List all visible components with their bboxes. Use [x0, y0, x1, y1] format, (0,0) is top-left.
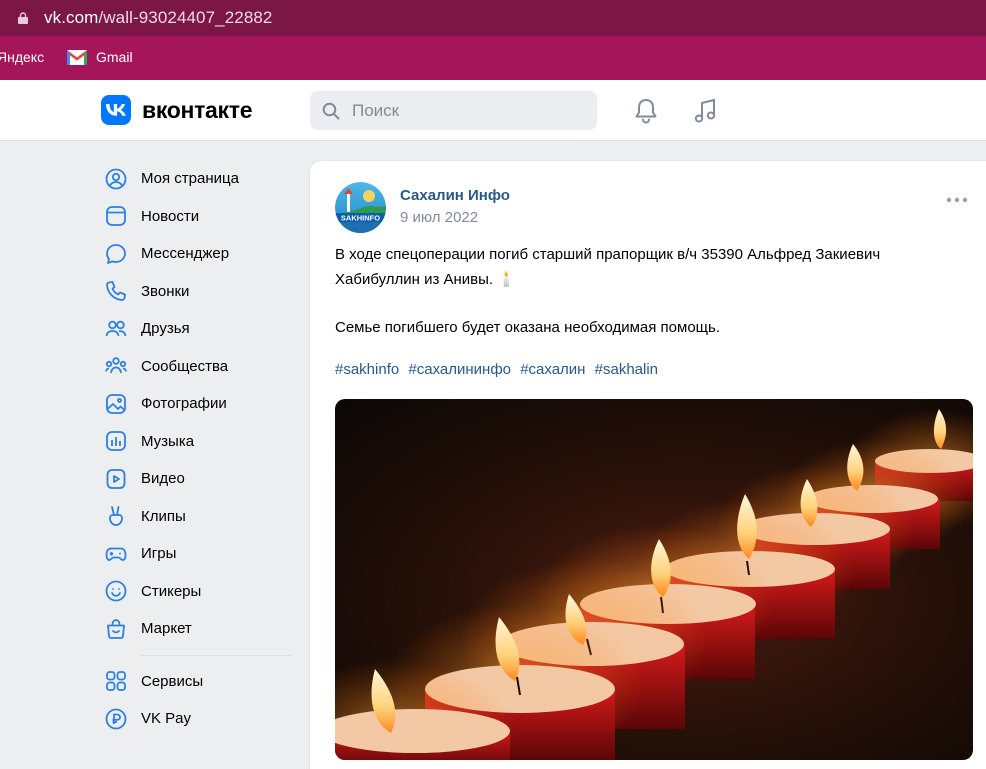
sidebar-divider — [140, 654, 292, 656]
url-path: /wall-93024407_22882 — [98, 8, 273, 27]
post-date[interactable]: 9 июл 2022 — [400, 209, 478, 226]
author-avatar[interactable]: SAKHINFO — [335, 182, 386, 233]
vk-logo[interactable]: вконтакте — [101, 95, 253, 125]
sidebar-item-label: Фотографии — [141, 395, 227, 413]
clips-icon — [109, 506, 123, 527]
photo-icon — [106, 393, 126, 414]
sidebar-item-label: Музыка — [141, 432, 195, 450]
services-icon — [106, 671, 126, 692]
post-paragraph: Семье погибшего будет оказана необходима… — [335, 319, 720, 336]
sidebar-item-games[interactable]: Игры — [100, 535, 295, 573]
post-paragraph: В ходе спецоперации погиб старший прапор… — [335, 246, 881, 288]
message-icon — [106, 243, 126, 264]
url-text: vk.com/wall-93024407_22882 — [44, 8, 273, 28]
sidebar-item-label: Сообщества — [141, 357, 229, 375]
sidebar-item-my-page[interactable]: Моя страница — [100, 160, 295, 198]
sidebar-item-label: Новости — [141, 207, 200, 225]
sidebar-item-communities[interactable]: Сообщества — [100, 348, 295, 386]
sidebar-item-friends[interactable]: Друзья — [100, 310, 295, 348]
search-box[interactable] — [310, 91, 597, 130]
hashtag-link[interactable]: #сахалин — [520, 361, 585, 378]
post-author-link[interactable]: Сахалин Инфо — [400, 187, 510, 204]
sidebar-item-clips[interactable]: Клипы — [100, 498, 295, 536]
browser-address-bar: vk.com/wall-93024407_22882 — [0, 0, 986, 36]
vkpay-icon — [105, 708, 127, 730]
sidebar-item-news[interactable]: Новости — [100, 198, 295, 236]
music-icon[interactable] — [692, 97, 718, 125]
bookmark-label: Gmail — [96, 49, 133, 65]
hashtag-link[interactable]: #sakhinfo — [335, 361, 399, 378]
sidebar-item-market[interactable]: Маркет — [100, 610, 295, 648]
sidebar-item-video[interactable]: Видео — [100, 460, 295, 498]
post-photo[interactable] — [335, 399, 973, 760]
sidebar-item-label: Моя страница — [141, 170, 239, 188]
video-icon — [106, 468, 126, 489]
sidebar-item-label: Маркет — [141, 620, 192, 638]
address-field[interactable]: vk.com/wall-93024407_22882 — [0, 0, 986, 36]
sidebar-item-label: VK Pay — [141, 710, 192, 728]
phone-icon — [106, 281, 126, 302]
sidebar-item-services[interactable]: Сервисы — [100, 663, 295, 701]
post-text: В ходе спецоперации погиб старший прапор… — [335, 243, 955, 341]
sidebar-item-vkpay[interactable]: VK Pay — [100, 700, 295, 738]
market-icon — [107, 618, 125, 639]
sidebar-item-stickers[interactable]: Стикеры — [100, 573, 295, 611]
sidebar-item-label: Клипы — [141, 507, 186, 525]
friends-icon — [105, 320, 127, 336]
sidebar-item-label: Друзья — [141, 320, 190, 338]
search-input[interactable] — [352, 91, 587, 130]
url-host: vk.com — [44, 8, 99, 27]
sidebar-item-music[interactable]: Музыка — [100, 423, 295, 461]
candles-photo-image — [335, 399, 973, 760]
lock-icon — [18, 12, 28, 24]
vk-logo-text: вконтакте — [142, 96, 253, 123]
bookmarks-bar: Яндекс Gmail — [0, 36, 986, 80]
news-icon — [106, 206, 126, 227]
sidebar-item-label: Стикеры — [141, 582, 202, 600]
sidebar-item-photos[interactable]: Фотографии — [100, 385, 295, 423]
vk-glyph-icon — [106, 104, 126, 116]
vk-header: вконтакте — [0, 80, 986, 141]
avatar-logo-text: SAKHINFO — [341, 214, 380, 223]
bell-icon[interactable] — [633, 97, 659, 125]
gamepad-icon — [105, 547, 127, 561]
more-options-icon[interactable] — [946, 197, 968, 203]
communities-icon — [105, 357, 127, 374]
music-icon — [106, 431, 126, 452]
sakhinfo-logo-icon: SAKHINFO — [335, 182, 386, 233]
sidebar-item-label: Мессенджер — [141, 245, 230, 263]
sidebar-item-label: Игры — [141, 545, 177, 563]
search-icon — [322, 102, 340, 120]
sidebar-item-calls[interactable]: Звонки — [100, 273, 295, 311]
post-card: SAKHINFO Сахалин Инфо 9 июл 2022 В ходе … — [309, 160, 986, 769]
post-hashtags: #sakhinfo #сахалининфо #сахалин #sakhali… — [335, 361, 663, 378]
bookmark-label: Яндекс — [0, 49, 45, 65]
sidebar-item-label: Звонки — [141, 282, 190, 300]
sidebar-item-label: Видео — [141, 470, 185, 488]
hashtag-link[interactable]: #сахалининфо — [408, 361, 511, 378]
bookmark-gmail[interactable]: Gmail — [67, 49, 133, 65]
sidebar-item-messenger[interactable]: Мессенджер — [100, 235, 295, 273]
bookmark-yandex[interactable]: Яндекс — [0, 49, 44, 65]
sticker-icon — [105, 580, 127, 602]
left-sidebar: Моя страница Новости Мессенджер Звонки Д… — [100, 160, 295, 738]
user-circle-icon — [105, 168, 127, 190]
hashtag-link[interactable]: #sakhalin — [595, 361, 658, 378]
sidebar-item-label: Сервисы — [141, 672, 204, 690]
vk-logo-icon — [101, 95, 131, 125]
gmail-icon — [67, 49, 87, 65]
